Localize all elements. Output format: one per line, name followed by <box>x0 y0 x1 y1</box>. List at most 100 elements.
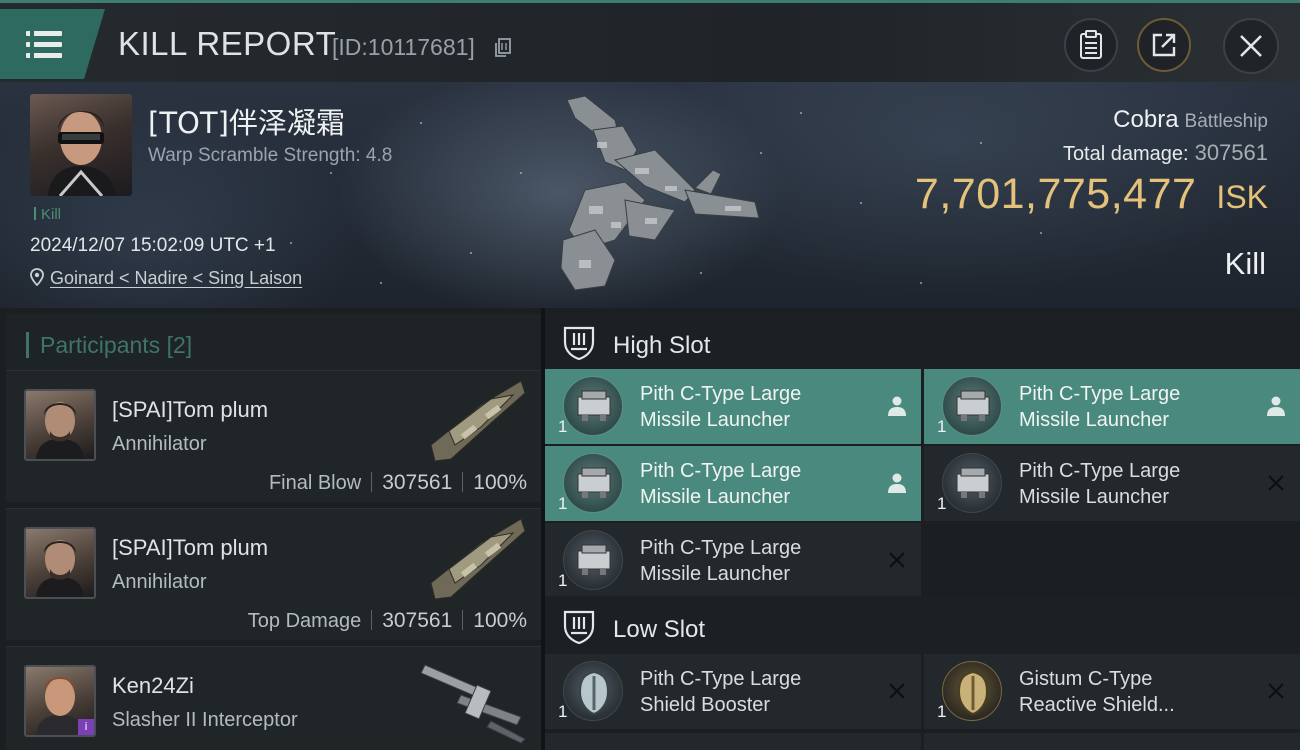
victim-ship-type: Cobra Battleship <box>1113 106 1268 134</box>
low-slot-header: Low Slot <box>545 596 1300 656</box>
module-quantity: 1 <box>558 417 568 436</box>
missile-launcher-icon <box>942 376 1002 436</box>
kill-timestamp: 2024/12/07 15:02:09 UTC +1 <box>30 235 276 256</box>
participant-ship-image <box>421 664 526 744</box>
participant-ship: Slasher II Interceptor <box>112 709 298 731</box>
location-pin-icon <box>30 268 44 287</box>
participant-percent: 100% <box>473 609 527 632</box>
participants-count: [2] <box>166 332 193 358</box>
module-quantity: 1 <box>937 702 947 721</box>
hamburger-menu-icon <box>26 31 62 59</box>
participant-row[interactable]: [SPAI]Tom plum Annihilator Top Damage 307… <box>6 508 541 640</box>
kill-type-tag: Kill <box>34 206 61 223</box>
module-item[interactable]: 1 Pith C-Type Large Missile Launcher <box>545 369 921 444</box>
copy-icon[interactable] <box>494 38 512 58</box>
location-link[interactable]: Goinard < Nadire < Sing Laison <box>30 268 302 289</box>
close-button[interactable] <box>1223 18 1279 74</box>
module-quantity: 1 <box>937 417 947 436</box>
participant-row[interactable]: i Ken24Zi Slasher II Interceptor <box>6 646 541 750</box>
menu-button[interactable] <box>0 9 105 79</box>
participants-panel: Participants [2] [SPAI]Tom plum Annihila… <box>0 308 541 750</box>
destroyed-x-icon <box>1268 475 1284 491</box>
module-name: Gistum C-Type Reactive Shield... <box>1019 668 1175 716</box>
report-button[interactable] <box>1064 18 1118 72</box>
participant-stats: Final Blow 307561 100% <box>269 471 527 495</box>
high-slot-header: High Slot <box>545 312 1300 372</box>
module-item[interactable] <box>924 733 1300 750</box>
location-text: Goinard < Nadire < Sing Laison <box>50 268 303 288</box>
module-quantity: 1 <box>937 494 947 513</box>
participant-ship: Annihilator <box>112 571 207 593</box>
close-icon <box>1240 35 1262 57</box>
module-item[interactable]: 1 Pith C-Type Large Missile Launcher <box>924 446 1300 521</box>
participant-ship: Annihilator <box>112 433 207 455</box>
module-item[interactable]: 1 Gistum C-Type Reactive Shield... <box>924 654 1300 729</box>
missile-launcher-icon <box>563 376 623 436</box>
module-quantity: 1 <box>558 571 568 590</box>
participant-stats: Top Damage 307561 100% <box>248 609 527 633</box>
participant-percent: 100% <box>473 471 527 494</box>
participant-ship-image <box>430 518 526 600</box>
low-slot-icon <box>563 610 595 644</box>
person-icon <box>888 396 906 416</box>
avatar[interactable] <box>24 389 96 461</box>
clone-status-icon: i <box>78 719 94 735</box>
person-icon <box>888 473 906 493</box>
avatar[interactable]: i <box>24 665 96 737</box>
module-name: Pith C-Type Large Missile Launcher <box>1019 460 1181 508</box>
high-slot-title: High Slot <box>613 332 711 359</box>
share-icon <box>1152 33 1176 57</box>
victim-summary: [TOT]伴泽凝霜 Warp Scramble Strength: 4.8 Ki… <box>0 82 1300 308</box>
victim-name: [TOT]伴泽凝霜 <box>148 106 345 140</box>
participant-name: [SPAI]Tom plum <box>112 397 269 422</box>
missile-launcher-icon <box>563 530 623 590</box>
destroyed-x-icon <box>889 683 905 699</box>
module-name: Pith C-Type Large Missile Launcher <box>640 537 802 585</box>
header-bar: KILL REPORT [ID:10117681] <box>0 0 1300 82</box>
missile-launcher-icon <box>942 453 1002 513</box>
participant-name: [SPAI]Tom plum <box>112 535 269 560</box>
clipboard-icon <box>1080 30 1102 59</box>
isk-unit: ISK <box>1216 179 1268 215</box>
total-damage-value: 307561 <box>1194 140 1268 165</box>
participant-role: Final Blow <box>268 472 362 494</box>
destroyed-x-icon <box>889 552 905 568</box>
module-item[interactable]: 1 Pith C-Type Large Missile Launcher <box>545 523 921 598</box>
isk-value: 7,701,775,477 ISK <box>915 170 1268 219</box>
module-quantity: 1 <box>558 494 568 513</box>
module-item[interactable]: 1 Pith C-Type Large Missile Launcher <box>924 369 1300 444</box>
kill-report-id: [ID:10117681] <box>332 34 475 60</box>
module-name: Pith C-Type Large Missile Launcher <box>640 383 802 431</box>
total-damage-label: Total damage: <box>1062 143 1189 165</box>
shield-booster-icon <box>563 661 623 721</box>
result-label: Kill <box>1224 246 1266 281</box>
participants-label: Participants <box>40 332 161 358</box>
person-icon <box>1267 396 1285 416</box>
module-quantity: 1 <box>558 702 568 721</box>
participant-name: Ken24Zi <box>112 673 194 698</box>
module-name: Pith C-Type Large Missile Launcher <box>640 460 802 508</box>
participant-damage: 307561 <box>382 471 453 494</box>
avatar[interactable] <box>24 527 96 599</box>
share-button[interactable] <box>1137 18 1191 72</box>
ship-class: Battleship <box>1184 111 1268 132</box>
participants-header: Participants [2] <box>6 314 541 370</box>
participant-row[interactable]: [SPAI]Tom plum Annihilator Final Blow 307… <box>6 370 541 502</box>
low-slot-title: Low Slot <box>613 616 706 643</box>
participant-role: Top Damage <box>247 610 362 632</box>
module-item[interactable]: 1 Pith C-Type Large Shield Booster <box>545 654 921 729</box>
total-damage: Total damage: 307561 <box>1063 140 1268 166</box>
high-slot-icon <box>563 326 595 360</box>
module-item[interactable]: 1 Pith C-Type Large Missile Launcher <box>545 446 921 521</box>
participant-damage: 307561 <box>382 609 453 632</box>
warp-scramble-strength: Warp Scramble Strength: 4.8 <box>148 145 393 166</box>
victim-portrait[interactable] <box>30 94 132 196</box>
page-title: KILL REPORT <box>118 25 337 62</box>
module-item[interactable] <box>545 733 921 750</box>
participant-ship-image <box>430 380 526 462</box>
destroyed-x-icon <box>1268 683 1284 699</box>
missile-launcher-icon <box>563 453 623 513</box>
victim-ship-image <box>560 95 760 291</box>
module-name: Pith C-Type Large Shield Booster <box>640 668 802 716</box>
isk-amount: 7,701,775,477 <box>914 170 1197 218</box>
